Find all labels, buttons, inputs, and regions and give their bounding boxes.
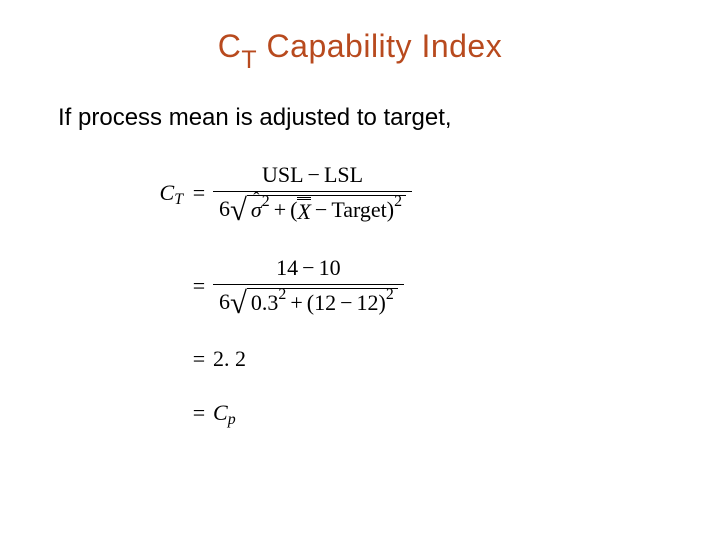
eq4-sub-p: p: [228, 411, 236, 428]
eq3-value: 2. 2: [213, 346, 246, 372]
radical-icon: √: [230, 197, 247, 225]
eq1-den-minus: −: [311, 197, 331, 223]
eq1-six: 6: [219, 196, 230, 222]
title-c: C: [218, 28, 242, 64]
eq2-fraction: 14 − 10 6 √ 0.32 + ( 12 −: [213, 253, 404, 318]
eq4-cp: Cp: [213, 400, 236, 426]
eq2-sq2: 2: [386, 286, 394, 304]
eq2-10: 10: [319, 255, 341, 281]
eq1-numerator: USL − LSL: [256, 160, 369, 190]
eq4-equals: =: [185, 400, 213, 426]
eq1-sq2: 2: [394, 193, 402, 211]
eq2-den-minus: −: [336, 290, 356, 316]
title-subscript-t: T: [241, 46, 257, 74]
eq2-numerator: 14 − 10: [270, 253, 346, 283]
eq2-14: 14: [276, 255, 298, 281]
eq4-c: C: [213, 400, 228, 425]
eq2-sqrt: √ 0.32 + ( 12 − 12 )2: [230, 288, 398, 316]
eq1-fraction-bar: [213, 191, 412, 192]
eq1-plus: +: [270, 197, 290, 223]
radical-icon: √: [230, 290, 247, 318]
equation-2: = 14 − 10 6 √ 0.32 + ( 12: [135, 253, 412, 318]
eq1-lhs-sub: T: [174, 191, 183, 208]
slide: CT Capability Index If process mean is a…: [0, 0, 720, 540]
eq2-denominator: 6 √ 0.32 + ( 12 − 12 )2: [213, 286, 404, 318]
math-block: CT = USL − LSL 6 √ ˆ: [135, 160, 412, 454]
eq2-equals: =: [185, 273, 213, 299]
x-letter: X: [297, 201, 310, 223]
eq1-lhs: CT: [135, 180, 185, 206]
eq2-six: 6: [219, 289, 230, 315]
equation-4: = Cp: [135, 400, 412, 426]
eq2-v1: 0.3: [251, 290, 279, 316]
eq1-fraction: USL − LSL 6 √ ˆ σ 2 +: [213, 160, 412, 225]
eq1-lhs-c: C: [160, 180, 175, 205]
page-title: CT Capability Index: [0, 28, 720, 71]
eq2-lparen: (: [307, 290, 314, 316]
eq1-equals: =: [185, 180, 213, 206]
eq2-v2: 12: [314, 290, 336, 316]
sigma-hat: ˆ σ: [251, 197, 262, 223]
eq1-denominator: 6 √ ˆ σ 2 + (: [213, 193, 412, 225]
eq1-usl: USL: [262, 162, 304, 188]
eq1-lsl: LSL: [324, 162, 363, 188]
eq1-sq1: 2: [262, 193, 270, 211]
eq1-sqrt: √ ˆ σ 2 + ( X: [230, 195, 406, 223]
eq2-plus: +: [286, 290, 306, 316]
eq1-rparen: ): [387, 197, 394, 223]
eq1-target: Target: [331, 197, 386, 223]
eq1-radicand: ˆ σ 2 + ( X − Target: [247, 195, 406, 223]
eq3-equals: =: [185, 346, 213, 372]
eq2-sq1: 2: [278, 286, 286, 304]
eq2-radicand: 0.32 + ( 12 − 12 )2: [247, 288, 398, 316]
hat-icon: ˆ: [253, 189, 259, 211]
equation-3: = 2. 2: [135, 346, 412, 372]
eq2-rparen: ): [379, 290, 386, 316]
x-double-bar: X: [297, 197, 310, 223]
equation-1: CT = USL − LSL 6 √ ˆ: [135, 160, 412, 225]
body-text: If process mean is adjusted to target,: [58, 104, 452, 132]
title-rest: Capability Index: [257, 28, 502, 64]
eq2-v3: 12: [357, 290, 379, 316]
bar-icon: [297, 197, 310, 198]
eq2-fraction-bar: [213, 284, 404, 285]
eq2-num-minus: −: [298, 255, 318, 281]
eq1-num-minus: −: [304, 162, 324, 188]
